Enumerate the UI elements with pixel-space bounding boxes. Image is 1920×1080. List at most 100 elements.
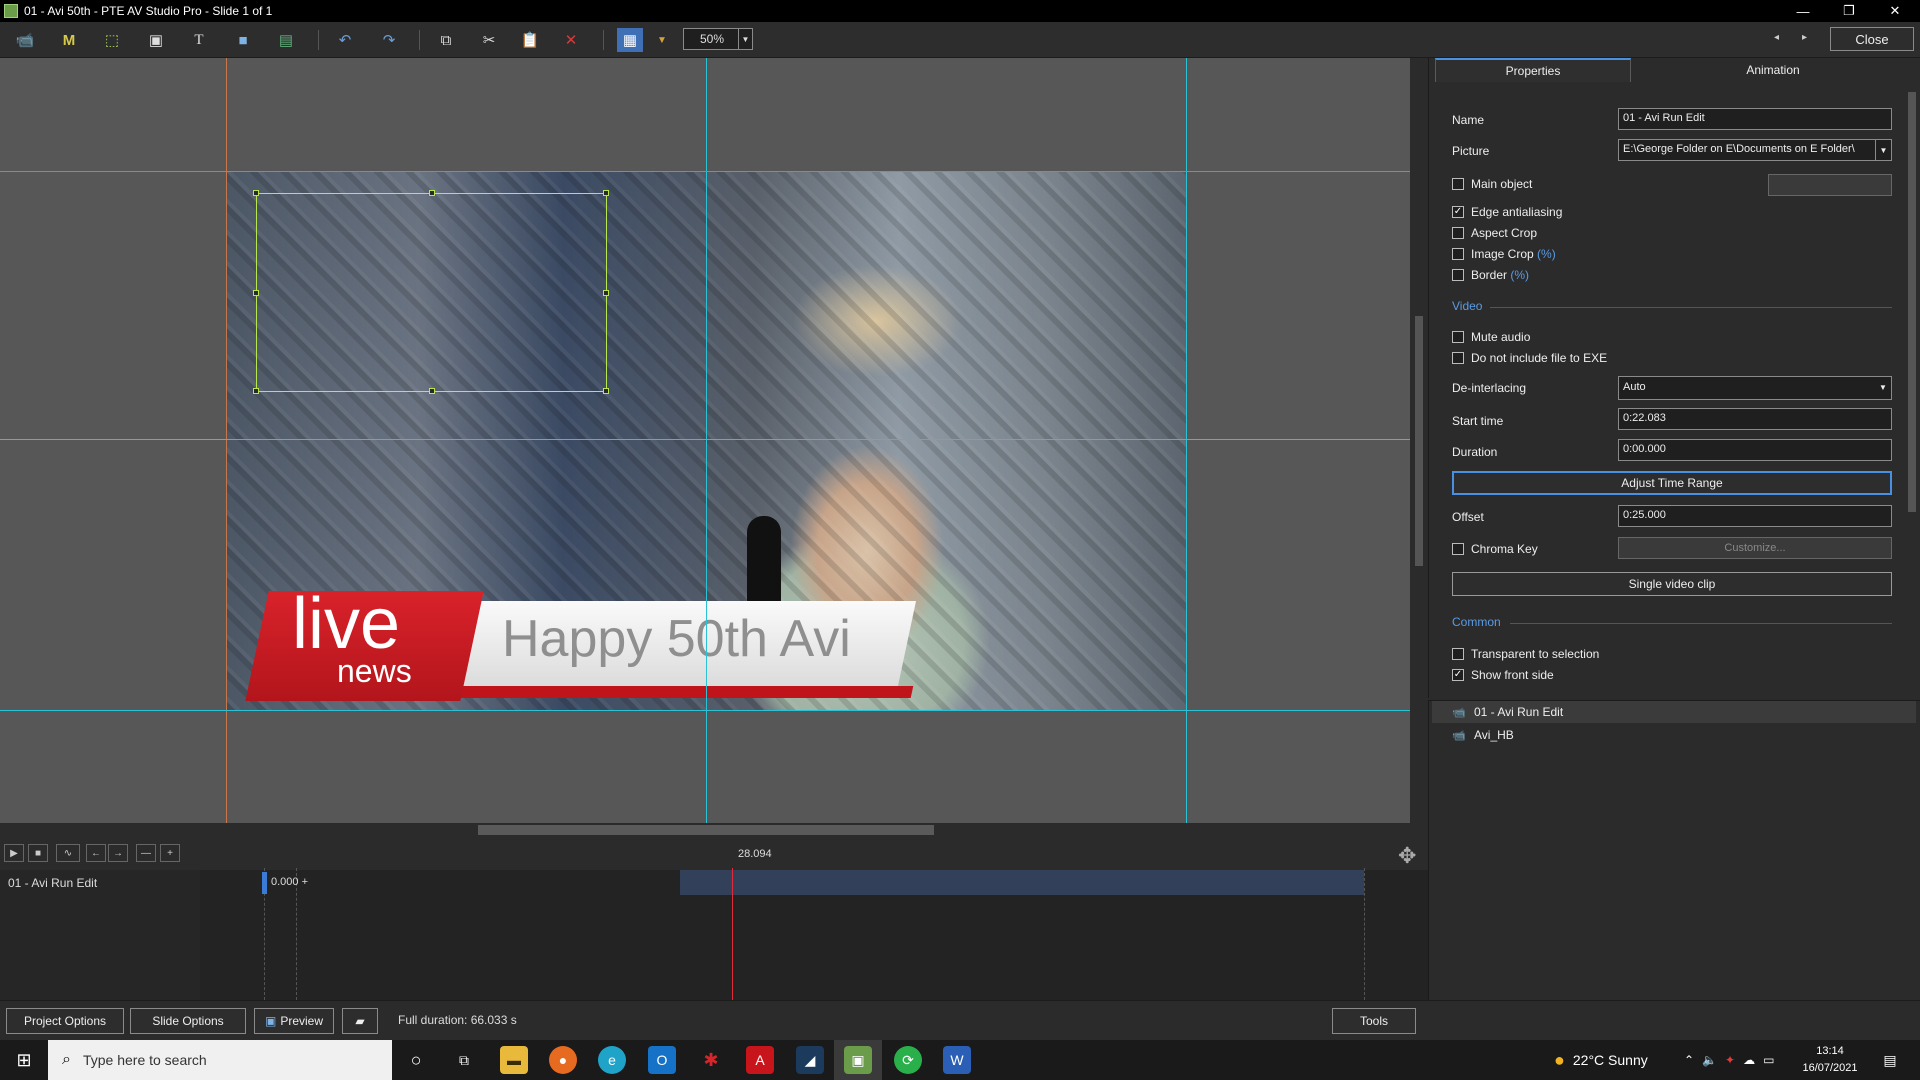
delete-icon[interactable]: ✕	[558, 28, 584, 52]
keyframe-time[interactable]: 0.000 +	[271, 876, 308, 888]
close-button[interactable]: Close	[1830, 27, 1914, 51]
task-view-icon[interactable]: ⧉	[450, 1046, 478, 1074]
text-icon[interactable]: T	[186, 28, 212, 52]
image-crop-checkbox[interactable]	[1452, 248, 1464, 260]
pte-studio-icon[interactable]: ▣	[844, 1046, 872, 1074]
slide-options-button[interactable]: Slide Options	[130, 1008, 246, 1034]
zoom-out-icon[interactable]: —	[136, 844, 156, 862]
duration-input[interactable]: 0:00.000	[1618, 439, 1892, 461]
start-time-input[interactable]: 0:22.083	[1618, 408, 1892, 430]
offset-input[interactable]: 0:25.000	[1618, 505, 1892, 527]
image-icon[interactable]: ▣	[143, 28, 169, 52]
aspect-crop-checkbox[interactable]	[1452, 227, 1464, 239]
no-exe-checkbox[interactable]	[1452, 352, 1464, 364]
zoom-select[interactable]: 50% ▼	[683, 28, 753, 50]
pte-app-icon[interactable]: ◢	[796, 1046, 824, 1074]
copy-icon[interactable]: ⧉	[433, 28, 459, 52]
rectangle-icon[interactable]: ■	[230, 28, 256, 52]
mask-icon[interactable]: M	[56, 28, 82, 52]
selection-frame[interactable]	[253, 190, 609, 394]
chroma-key-checkbox[interactable]	[1452, 543, 1464, 555]
arrow-right-icon[interactable]: →	[108, 844, 128, 862]
word-icon[interactable]: W	[943, 1046, 971, 1074]
frame-icon[interactable]: ⬚	[99, 28, 125, 52]
cortana-icon[interactable]: ○	[402, 1046, 430, 1074]
chevron-down-icon[interactable]: ▼	[649, 28, 675, 52]
image-crop-percent-link[interactable]: (%)	[1537, 247, 1556, 261]
guide-line[interactable]	[0, 171, 1410, 172]
chevron-down-icon[interactable]: ▼	[738, 29, 752, 49]
keyframe-marker[interactable]	[262, 872, 267, 894]
edge-icon[interactable]: e	[598, 1046, 626, 1074]
network-icon[interactable]: ▭	[1763, 1053, 1782, 1067]
chevron-down-icon[interactable]: ▼	[1875, 140, 1891, 160]
resize-handle[interactable]	[429, 190, 435, 196]
volume-icon[interactable]: 🔈	[1702, 1053, 1725, 1067]
minimize-button[interactable]: —	[1780, 0, 1826, 22]
scroll-thumb[interactable]	[1415, 316, 1423, 566]
object-item-avi-hb[interactable]: 📹 Avi_HB	[1432, 724, 1916, 746]
app-red-icon[interactable]: ✱	[697, 1046, 725, 1074]
resize-handle[interactable]	[253, 388, 259, 394]
maximize-button[interactable]: ❐	[1826, 0, 1872, 22]
scroll-thumb[interactable]	[1908, 92, 1916, 512]
redo-icon[interactable]: ↷	[376, 28, 402, 52]
next-slide-arrow[interactable]: ▸	[1802, 32, 1807, 43]
panel-scrollbar[interactable]	[1906, 84, 1918, 694]
tab-animation[interactable]: Animation	[1633, 58, 1913, 82]
edge-antialiasing-checkbox[interactable]: ✓	[1452, 206, 1464, 218]
resize-handle[interactable]	[253, 190, 259, 196]
resize-handle[interactable]	[603, 388, 609, 394]
publish-icon[interactable]: ▰	[342, 1008, 378, 1034]
guide-line[interactable]	[0, 439, 1410, 440]
picture-input[interactable]: E:\George Folder on E\Documents on E Fol…	[1618, 139, 1892, 161]
mute-audio-checkbox[interactable]	[1452, 331, 1464, 343]
guide-line[interactable]	[1186, 58, 1187, 823]
playhead[interactable]	[732, 868, 733, 1000]
scroll-thumb[interactable]	[478, 825, 934, 835]
single-video-clip-button[interactable]: Single video clip	[1452, 572, 1892, 596]
customize-button[interactable]: Customize...	[1618, 537, 1892, 559]
notification-icon[interactable]: ▤	[1876, 1046, 1904, 1074]
play-icon[interactable]: ▶	[4, 844, 24, 862]
transparent-to-selection-checkbox[interactable]	[1452, 648, 1464, 660]
stop-icon[interactable]: ■	[28, 844, 48, 862]
guide-line[interactable]	[226, 58, 227, 823]
resize-handle[interactable]	[429, 388, 435, 394]
firefox-icon[interactable]: ●	[549, 1046, 577, 1074]
chevron-down-icon[interactable]: ▼	[1875, 377, 1891, 397]
resize-handle[interactable]	[253, 290, 259, 296]
adjust-time-range-button[interactable]: Adjust Time Range	[1452, 471, 1892, 495]
prev-slide-arrow[interactable]: ◂	[1774, 32, 1779, 43]
weather-widget[interactable]: ● 22°C Sunny	[1554, 1040, 1648, 1080]
file-explorer-icon[interactable]: ▬	[500, 1046, 528, 1074]
main-object-checkbox[interactable]	[1452, 178, 1464, 190]
guide-line[interactable]	[0, 710, 1410, 711]
cloud-icon[interactable]: ☁	[1743, 1053, 1763, 1067]
gradient-icon[interactable]: ▤	[273, 28, 299, 52]
system-tray[interactable]: ⌃ 🔈 ✦ ☁ ▭	[1684, 1040, 1782, 1080]
resize-handle[interactable]	[603, 190, 609, 196]
deinterlacing-select[interactable]: Auto ▼	[1618, 376, 1892, 400]
chevron-up-icon[interactable]: ⌃	[1684, 1053, 1702, 1067]
preview-button[interactable]: ▣ Preview	[254, 1008, 334, 1034]
canvas-vscrollbar[interactable]	[1412, 58, 1426, 823]
taskbar-search[interactable]: ⌕ Type here to search	[48, 1040, 392, 1080]
slide-canvas[interactable]: live news Happy 50th Avi	[0, 58, 1410, 823]
video-object-icon[interactable]: 📹	[12, 28, 38, 52]
window-close-button[interactable]: ✕	[1872, 0, 1918, 22]
clock[interactable]: 13:14 16/07/2021	[1800, 1043, 1860, 1077]
move-icon[interactable]: ✥	[1398, 843, 1416, 869]
object-item-avi-run-edit[interactable]: 📹 01 - Avi Run Edit	[1432, 701, 1916, 723]
tools-button[interactable]: Tools	[1332, 1008, 1416, 1034]
name-input[interactable]: 01 - Avi Run Edit	[1618, 108, 1892, 130]
project-options-button[interactable]: Project Options	[6, 1008, 124, 1034]
grid-icon[interactable]: ▦	[617, 28, 643, 52]
green-app-icon[interactable]: ⟳	[894, 1046, 922, 1074]
timeline-clip[interactable]	[680, 870, 1364, 895]
zoom-in-icon[interactable]: +	[160, 844, 180, 862]
guide-line[interactable]	[706, 58, 707, 823]
show-front-side-checkbox[interactable]: ✓	[1452, 669, 1464, 681]
paste-icon[interactable]: 📋	[517, 28, 543, 52]
dropbox-icon[interactable]: ✦	[1725, 1053, 1743, 1067]
